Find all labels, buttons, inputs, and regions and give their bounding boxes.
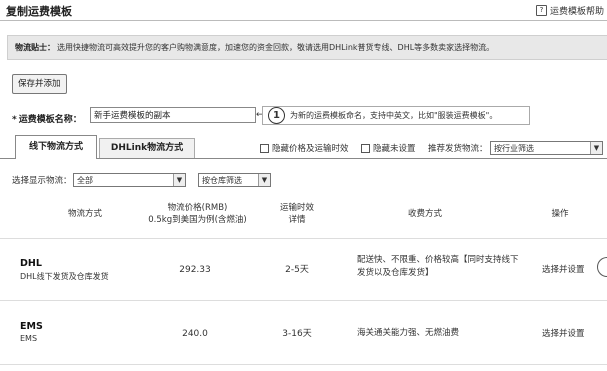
row-method-desc: DHL线下发货及仓库发货 — [20, 272, 109, 281]
display-filter-label: 选择显示物流： — [12, 176, 72, 186]
col-header-fee: 收费方式 — [407, 209, 442, 219]
time-details-link[interactable]: 详情 — [262, 214, 332, 226]
row-price: 292.33 — [179, 265, 211, 275]
row-time: 2-5天 — [285, 265, 309, 275]
tooltip-bubble-edge — [597, 257, 607, 277]
chevron-down-icon: ▼ — [173, 174, 185, 186]
template-name-input[interactable] — [90, 107, 256, 123]
template-name-hint: 1 为新的运费模板命名，支持中英文，比如"服装运费模板"。 — [262, 106, 530, 125]
template-name-label: * 运费模板名称： — [12, 115, 82, 125]
tab-dhlink-logistics[interactable]: DHLink物流方式 — [99, 138, 195, 158]
col-header-action: 操作 — [551, 209, 569, 219]
select-and-set-link[interactable]: 选择并设置 — [542, 263, 585, 275]
logistics-tip-banner: 物流贴士： 选用快捷物流可高效提升您的客户购物满意度，加速您的资金回款，敬请选用… — [7, 35, 607, 60]
row-method-name: EMS — [20, 321, 43, 332]
hide-price-time-checkbox[interactable]: 隐藏价格及运输时效 — [260, 142, 349, 154]
hint-number-badge: 1 — [268, 107, 285, 124]
help-label: 运费模板帮助 — [549, 7, 604, 17]
chevron-down-icon: ▼ — [258, 174, 270, 186]
tip-label: 物流贴士： — [15, 43, 55, 52]
help-link[interactable]: ? 运费模板帮助 — [535, 4, 604, 17]
tab-offline-logistics[interactable]: 线下物流方式 — [15, 135, 97, 159]
display-filter-select[interactable]: 全部 ▼ — [73, 173, 186, 187]
save-and-add-button[interactable]: 保存并添加 — [12, 74, 67, 94]
checkbox-box[interactable] — [361, 143, 370, 153]
row-price: 240.0 — [182, 329, 208, 339]
header-divider — [0, 20, 607, 21]
question-icon: ? — [535, 5, 547, 16]
row-fee: 配送快、不限重、价格较高【同时支持线下发货以及仓库发货】 — [357, 255, 519, 278]
chevron-down-icon: ▼ — [590, 142, 602, 154]
hint-text: 为新的运费模板命名，支持中英文，比如"服装运费模板"。 — [290, 111, 498, 120]
col-header-price: 物流价格(RMB) 0.5kg到美国为例(含燃油) — [148, 203, 247, 225]
col-header-method: 物流方式 — [67, 209, 102, 219]
row-divider — [0, 364, 607, 365]
row-fee: 海关通关能力强、无燃油费 — [357, 328, 460, 338]
select-and-set-link[interactable]: 选择并设置 — [542, 327, 585, 339]
table-row: DHL DHL线下发货及仓库发货 — [20, 258, 109, 282]
required-marker: * — [12, 115, 17, 125]
recommend-select[interactable]: 按行业筛选 ▼ — [490, 141, 603, 155]
warehouse-filter-select[interactable]: 按仓库筛选 ▼ — [198, 173, 271, 187]
tip-text: 选用快捷物流可高效提升您的客户购物满意度，加速您的资金回款，敬请选用DHLink… — [57, 43, 495, 52]
page-title: 复制运费模板 — [6, 5, 72, 18]
header-divider — [0, 238, 607, 239]
hide-unset-checkbox[interactable]: 隐藏未设置 — [361, 142, 416, 154]
recommend-label: 推荐发货物流： — [428, 144, 488, 154]
row-time: 3-16天 — [282, 329, 312, 339]
row-method-name: DHL — [20, 258, 42, 269]
checkbox-box[interactable] — [260, 143, 269, 153]
row-method-desc: EMS — [20, 334, 38, 343]
table-row: EMS EMS — [20, 321, 43, 343]
col-header-time: 运输时效 详情 — [262, 202, 332, 226]
row-divider — [0, 300, 607, 301]
